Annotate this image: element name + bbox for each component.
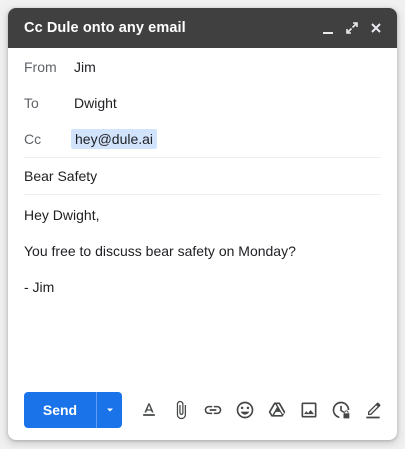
minimize-icon[interactable] [319,19,337,37]
body-signature: - Jim [24,279,55,295]
emoji-icon[interactable] [232,398,257,423]
to-value[interactable]: Dwight [74,95,117,111]
compose-titlebar[interactable]: Cc Dule onto any email [8,8,397,48]
compose-title: Cc Dule onto any email [24,20,186,36]
from-label: From [24,59,57,75]
send-options-button[interactable] [96,392,122,428]
window-controls [319,19,385,37]
to-label: To [24,95,39,111]
confidential-icon[interactable] [328,398,353,423]
cc-recipient-chip[interactable]: hey@dule.ai [71,129,158,149]
photo-icon[interactable] [296,398,321,423]
fullscreen-icon[interactable] [343,19,361,37]
body-greeting: Hey Dwight, [24,207,100,223]
format-text-icon[interactable] [136,398,161,423]
attach-icon[interactable] [168,398,193,423]
close-icon[interactable] [367,19,385,37]
from-row[interactable]: From Jim [8,49,397,85]
send-button[interactable]: Send [24,392,96,428]
formatting-tools [136,398,385,423]
send-button-group: Send [24,392,122,428]
signature-icon[interactable] [360,398,385,423]
drive-icon[interactable] [264,398,289,423]
to-row[interactable]: To Dwight [8,85,397,121]
cc-row[interactable]: Cc hey@dule.ai [8,121,397,157]
body-line: You free to discuss bear safety on Monda… [24,243,296,259]
chevron-down-icon [106,408,113,412]
cc-label: Cc [24,131,42,147]
compose-toolbar: Send [24,392,385,428]
subject-field[interactable]: Bear Safety [8,158,397,194]
compose-window: Cc Dule onto any email From Jim To Dwigh… [8,8,397,440]
message-body[interactable]: Hey Dwight, You free to discuss bear saf… [8,195,397,297]
from-value[interactable]: Jim [74,59,96,75]
link-icon[interactable] [200,398,225,423]
recipient-fields: From Jim To Dwight Cc hey@dule.ai [8,49,397,157]
